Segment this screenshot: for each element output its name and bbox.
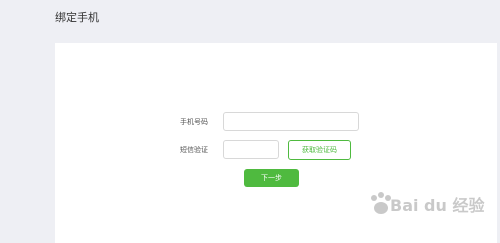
next-step-button[interactable]: 下一步	[244, 169, 299, 187]
get-code-button[interactable]: 获取验证码	[288, 140, 351, 160]
page-title: 绑定手机	[55, 11, 99, 24]
phone-input[interactable]	[223, 112, 359, 131]
phone-label: 手机号码	[180, 118, 208, 126]
code-label: 短信验证	[180, 146, 208, 154]
watermark-text: Bai du 经验	[390, 196, 485, 215]
baidu-jingyan-watermark: Bai du 经验	[360, 184, 484, 224]
code-input[interactable]	[223, 140, 279, 159]
